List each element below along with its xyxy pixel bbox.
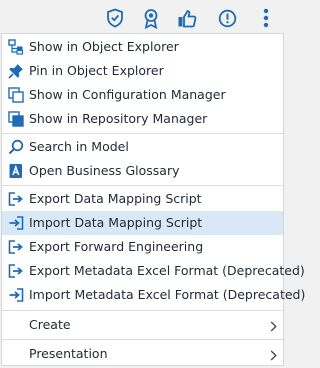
- thumbs-up-icon[interactable]: [176, 7, 198, 29]
- menu-item-export-forward-engineering[interactable]: Export Forward Engineering: [2, 235, 283, 259]
- submenu-presentation[interactable]: Presentation: [2, 340, 283, 368]
- submenu-label: Presentation: [29, 346, 108, 361]
- menu-separator: [2, 133, 283, 134]
- configuration-manager-icon: [8, 87, 24, 103]
- menu-item-label: Show in Object Explorer: [29, 39, 179, 54]
- menu-item-search-in-model[interactable]: Search in Model: [2, 135, 283, 159]
- more-vertical-icon[interactable]: [255, 7, 277, 29]
- submenu-label: Create: [29, 317, 71, 332]
- shield-check-icon[interactable]: [104, 7, 126, 29]
- object-explorer-icon: [8, 39, 24, 55]
- menu-item-label: Pin in Object Explorer: [29, 63, 164, 78]
- toolbar: [0, 0, 285, 35]
- glossary-icon: [8, 163, 24, 179]
- repository-manager-icon: [8, 111, 24, 127]
- menu-item-show-in-configuration-manager[interactable]: Show in Configuration Manager: [2, 83, 283, 107]
- menu-item-export-metadata-excel-format[interactable]: Export Metadata Excel Format (Deprecated…: [2, 259, 305, 283]
- menu-item-label: Import Data Mapping Script: [29, 215, 203, 230]
- menu-item-open-business-glossary[interactable]: Open Business Glossary: [2, 159, 283, 183]
- context-menu: Show in Object Explorer Pin in Object Ex…: [1, 33, 305, 368]
- menu-item-label: Open Business Glossary: [29, 163, 180, 178]
- award-ribbon-icon[interactable]: [140, 7, 162, 29]
- menu-item-label: Show in Configuration Manager: [29, 87, 226, 102]
- menu-item-label: Export Forward Engineering: [29, 239, 204, 254]
- pin-icon: [8, 63, 24, 79]
- menu-item-import-metadata-excel-format[interactable]: Import Metadata Excel Format (Deprecated…: [2, 283, 305, 307]
- export-icon: [8, 263, 24, 279]
- search-icon: [8, 139, 24, 155]
- menu-separator: [2, 185, 283, 186]
- export-icon: [8, 239, 24, 255]
- menu-item-import-data-mapping-script[interactable]: Import Data Mapping Script: [2, 211, 283, 235]
- menu-item-label: Search in Model: [29, 139, 129, 154]
- menu-item-show-in-repository-manager[interactable]: Show in Repository Manager: [2, 107, 283, 131]
- menu-item-label: Show in Repository Manager: [29, 111, 208, 126]
- import-icon: [8, 215, 24, 231]
- export-icon: [8, 191, 24, 207]
- chevron-right-icon: [270, 320, 277, 335]
- menu-item-label: Export Metadata Excel Format (Deprecated…: [29, 263, 305, 278]
- menu-item-label: Export Data Mapping Script: [29, 191, 202, 206]
- alert-circle-icon[interactable]: [216, 7, 238, 29]
- menu-item-export-data-mapping-script[interactable]: Export Data Mapping Script: [2, 187, 283, 211]
- import-icon: [8, 287, 24, 303]
- submenu-create[interactable]: Create: [2, 311, 283, 339]
- menu-item-show-in-object-explorer[interactable]: Show in Object Explorer: [2, 35, 283, 59]
- menu-item-label: Import Metadata Excel Format (Deprecated…: [29, 287, 306, 302]
- chevron-right-icon: [270, 349, 277, 364]
- menu-item-pin-in-object-explorer[interactable]: Pin in Object Explorer: [2, 59, 283, 83]
